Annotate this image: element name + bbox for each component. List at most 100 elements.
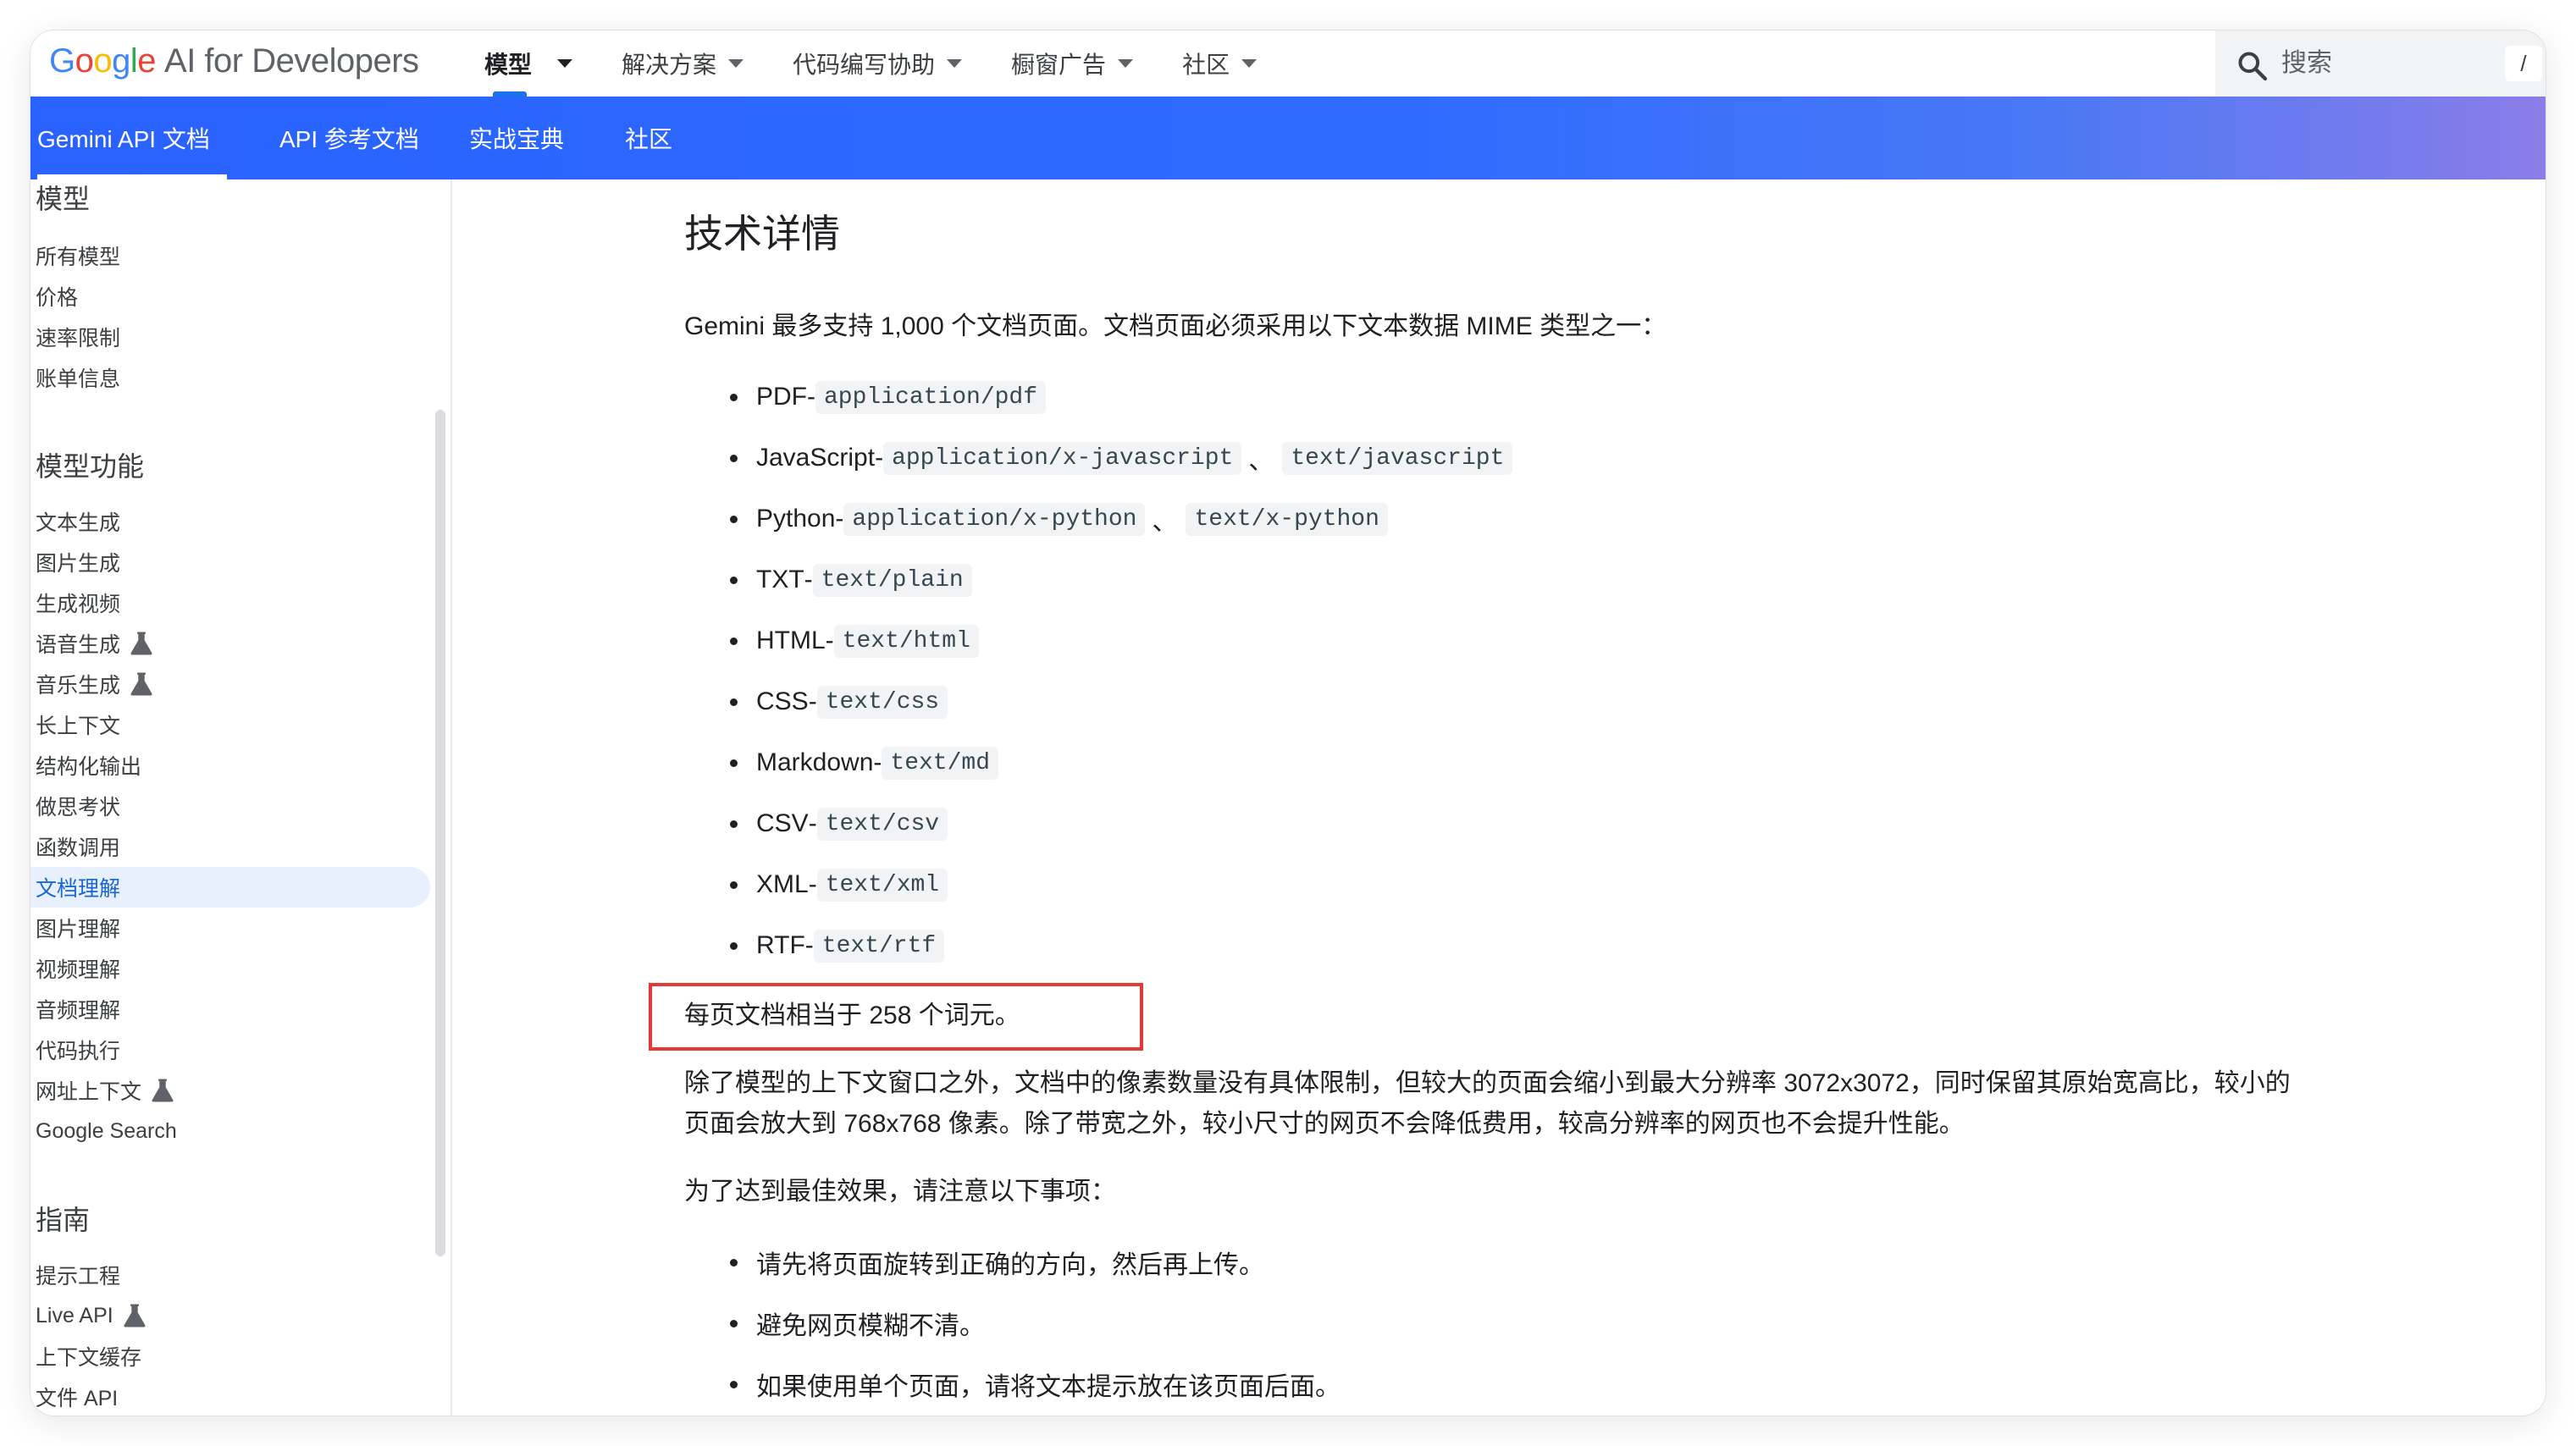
sidebar-scrollbar[interactable] xyxy=(435,410,445,1256)
name-separator: - xyxy=(808,870,817,898)
sidebar-item-code-execution[interactable]: 代码执行 xyxy=(36,1029,435,1070)
tab-community[interactable]: 社区 xyxy=(625,97,672,179)
sidebar-item-label: 上下文缓存 xyxy=(36,1346,142,1370)
sidebar-item-label: 长上下文 xyxy=(36,715,121,738)
mime-type-code: text/javascript xyxy=(1282,441,1513,475)
top-nav-label: 代码编写协助 xyxy=(793,52,936,78)
sidebar-item-long-context[interactable]: 长上下文 xyxy=(36,704,435,745)
logo-letter: e xyxy=(137,42,157,80)
sidebar-item-label: 文本生成 xyxy=(36,511,121,535)
top-nav-label: 社区 xyxy=(1182,52,1230,78)
search-icon[interactable] xyxy=(2236,49,2269,83)
sidebar-item-music-generation[interactable]: 音乐生成 xyxy=(36,664,435,704)
sidebar-item-text-generation[interactable]: 文本生成 xyxy=(36,501,435,542)
logo-letter: g xyxy=(112,42,130,80)
mime-type-code: application/x-python xyxy=(843,502,1146,536)
name-separator: - xyxy=(875,444,884,472)
top-nav-community[interactable]: 社区 xyxy=(1182,30,1258,97)
top-nav-label: 橱窗广告 xyxy=(1011,52,1107,78)
sidebar-item-prompt-engineering[interactable]: 提示工程 xyxy=(36,1255,435,1295)
tab-cookbook[interactable]: 实战宝典 xyxy=(469,97,564,179)
format-name: TXT xyxy=(756,566,804,593)
bullet-dot xyxy=(730,1380,738,1388)
sidebar-item-all-models[interactable]: 所有模型 xyxy=(36,235,435,276)
top-nav-label: 模型 xyxy=(484,52,533,78)
main-content: 技术详情 Gemini 最多支持 1,000 个文档页面。文档页面必须采用以下文… xyxy=(454,179,2546,1416)
sidebar-item-label: 图片理解 xyxy=(36,918,121,941)
sidebar-item-image-generation[interactable]: 图片生成 xyxy=(36,542,435,582)
tab-gemini-api-docs[interactable]: Gemini API 文档 xyxy=(37,97,227,179)
sidebar-item-label: 文档理解 xyxy=(36,877,121,901)
sidebar-item-files-api[interactable]: 文件 API xyxy=(36,1377,435,1416)
tab-api-reference[interactable]: API 参考文档 xyxy=(279,97,419,179)
mime-type-code: text/csv xyxy=(816,807,948,841)
flask-icon xyxy=(130,672,152,696)
tab-label: 社区 xyxy=(625,126,673,152)
bullet-dot xyxy=(730,393,738,401)
logo-letter: o xyxy=(75,42,94,80)
search-box[interactable]: / xyxy=(2215,30,2546,97)
list-item: RTF - text/rtf xyxy=(684,924,945,967)
sidebar-item-function-calling[interactable]: 函数调用 xyxy=(36,826,435,867)
tips-intro: 为了达到最佳效果，请注意以下事项： xyxy=(684,1178,1116,1206)
mime-type-code: application/x-javascript xyxy=(883,441,1242,475)
sidebar-item-rate-limits[interactable]: 速率限制 xyxy=(36,317,435,357)
sidebar-item-context-caching[interactable]: 上下文缓存 xyxy=(36,1336,435,1377)
sidebar-item-label: 网址上下文 xyxy=(36,1080,142,1104)
sidebar-item-billing[interactable]: 账单信息 xyxy=(36,357,435,398)
flask-icon xyxy=(152,1079,174,1102)
list-item: JavaScript - application/x-javascript 、 … xyxy=(684,437,1513,479)
sidebar-item-url-context[interactable]: 网址上下文 xyxy=(36,1070,435,1111)
name-separator: - xyxy=(873,748,882,776)
sidebar-item-live-api[interactable]: Live API xyxy=(36,1295,435,1336)
list-item: HTML - text/html xyxy=(684,620,979,662)
sidebar-item-speech-generation[interactable]: 语音生成 xyxy=(36,623,435,664)
top-nav-showcase[interactable]: 橱窗广告 xyxy=(1011,30,1134,97)
docs-tab-bar: Gemini API 文档 API 参考文档 实战宝典 社区 xyxy=(30,97,2546,179)
bullet-dot xyxy=(730,1258,738,1267)
top-nav-solutions[interactable]: 解决方案 xyxy=(622,30,744,97)
format-name: CSV xyxy=(756,809,809,837)
mime-type-code: text/x-python xyxy=(1186,502,1388,536)
sidebar-item-pricing[interactable]: 价格 xyxy=(36,276,435,317)
tip-text: 避免网页模糊不清。 xyxy=(756,1312,985,1340)
list-item: XML - text/xml xyxy=(684,864,948,906)
bullet-dot xyxy=(730,698,738,706)
tab-label: 实战宝典 xyxy=(469,126,565,152)
list-item: 如果使用单个页面，请将文本提示放在该页面后面。 xyxy=(684,1363,1341,1405)
sidebar-item-label: 账单信息 xyxy=(36,367,121,391)
resolution-paragraph-line: 除了模型的上下文窗口之外，文档中的像素数量没有具体限制，但较大的页面会缩小到最大… xyxy=(684,1069,2291,1097)
chevron-down-icon xyxy=(1241,59,1258,68)
sidebar-item-label: 速率限制 xyxy=(36,327,121,350)
sidebar-item-structured-output[interactable]: 结构化输出 xyxy=(36,745,435,786)
sidebar-item-video-understanding[interactable]: 视频理解 xyxy=(36,948,435,989)
mime-type-code: application/pdf xyxy=(815,380,1047,414)
sidebar-item-label: 函数调用 xyxy=(36,836,121,860)
bullet-dot xyxy=(730,454,738,462)
mime-type-code: text/css xyxy=(816,685,948,719)
sidebar-item-audio-understanding[interactable]: 音频理解 xyxy=(36,989,435,1029)
sidebar-item-label: 结构化输出 xyxy=(36,755,142,779)
bullet-dot xyxy=(730,515,738,523)
chevron-down-icon xyxy=(1118,59,1134,68)
mime-type-code: text/md xyxy=(882,746,999,780)
sidebar-item-label: 价格 xyxy=(36,286,79,310)
mime-type-code: text/html xyxy=(833,624,979,658)
format-name: Markdown xyxy=(756,748,874,776)
sidebar-item-document-understanding[interactable]: 文档理解 xyxy=(30,867,430,908)
sidebar-item-google-search[interactable]: Google Search xyxy=(36,1111,435,1151)
list-item: PDF - application/pdf xyxy=(684,376,1047,418)
bullet-dot xyxy=(730,820,738,828)
top-nav-code-assist[interactable]: 代码编写协助 xyxy=(793,30,963,97)
mime-type-code: text/rtf xyxy=(813,929,945,963)
sidebar-item-video-generation[interactable]: 生成视频 xyxy=(36,582,435,623)
sidebar-item-label: 做思考状 xyxy=(36,796,121,820)
sidebar-item-image-understanding[interactable]: 图片理解 xyxy=(36,908,435,948)
search-input[interactable] xyxy=(2281,46,2485,81)
top-nav-models[interactable]: 模型 xyxy=(484,30,573,97)
sidebar-item-thinking[interactable]: 做思考状 xyxy=(36,786,435,826)
site-logo[interactable]: Google AI for Developers xyxy=(49,42,419,80)
bullet-dot xyxy=(730,637,738,645)
logo-product-name: AI for Developers xyxy=(164,42,419,80)
format-name: Python xyxy=(756,505,836,533)
